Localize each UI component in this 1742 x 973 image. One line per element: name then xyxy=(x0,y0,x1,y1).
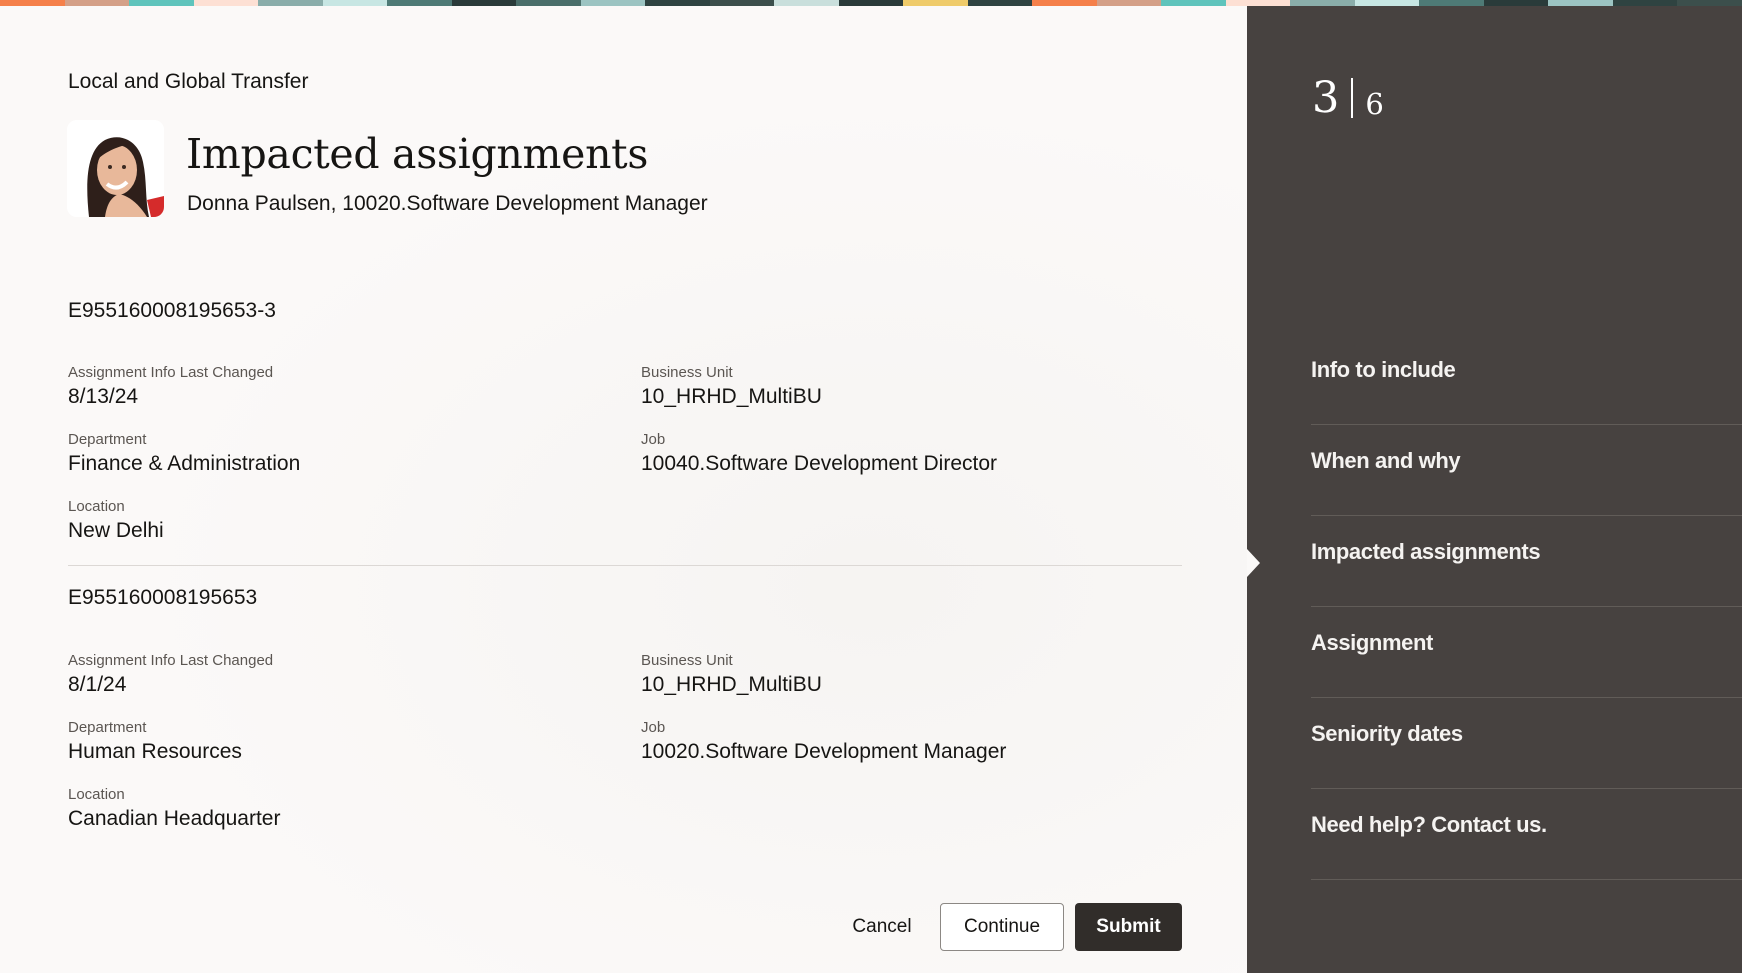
step-current: 3 xyxy=(1312,73,1340,123)
field-value: Canadian Headquarter xyxy=(68,807,281,830)
avatar xyxy=(67,120,164,217)
step-separator xyxy=(1351,78,1354,118)
field-business-unit: Business Unit 10_HRHD_MultiBU xyxy=(641,363,822,411)
nav-item-label: When and why xyxy=(1311,448,1461,473)
field-department: Department Human Resources xyxy=(68,718,242,766)
step-counter: 3 6 xyxy=(1312,74,1384,122)
field-value: Finance & Administration xyxy=(68,452,301,475)
field-value: 10_HRHD_MultiBU xyxy=(641,673,822,696)
person-photo-icon xyxy=(67,120,164,217)
field-label: Business Unit xyxy=(641,652,733,669)
field-label: Department xyxy=(68,719,147,736)
cancel-button[interactable]: Cancel xyxy=(836,903,928,951)
nav-item-label: Info to include xyxy=(1311,357,1456,382)
nav-item-label: Assignment xyxy=(1311,630,1433,655)
step-total: 6 xyxy=(1365,87,1384,121)
field-value: 10040.Software Development Director xyxy=(641,452,998,475)
field-business-unit: Business Unit 10_HRHD_MultiBU xyxy=(641,651,822,699)
nav-item-label: Need help? Contact us. xyxy=(1311,812,1547,837)
field-label: Location xyxy=(68,786,125,803)
nav-item-assignment[interactable]: Assignment xyxy=(1311,607,1742,698)
field-value: 8/13/24 xyxy=(68,385,139,408)
active-step-pointer-icon xyxy=(1247,549,1260,577)
field-label: Job xyxy=(641,719,666,736)
field-job: Job 10020.Software Development Manager xyxy=(641,718,1006,766)
field-label: Department xyxy=(68,431,147,448)
field-location: Location Canadian Headquarter xyxy=(68,785,280,833)
field-location: Location New Delhi xyxy=(68,497,164,545)
person-subtitle: Donna Paulsen, 10020.Software Developmen… xyxy=(187,192,708,215)
nav-item-impacted-assignments[interactable]: Impacted assignments xyxy=(1311,516,1742,607)
submit-button[interactable]: Submit xyxy=(1075,903,1182,951)
field-label: Business Unit xyxy=(641,364,733,381)
field-value: 8/1/24 xyxy=(68,673,127,696)
assignment-divider xyxy=(68,565,1182,566)
field-value: 10_HRHD_MultiBU xyxy=(641,385,822,408)
field-label: Assignment Info Last Changed xyxy=(68,652,274,669)
assignment-id: E955160008195653-3 xyxy=(68,299,276,322)
field-label: Location xyxy=(68,498,125,515)
field-value: Human Resources xyxy=(68,740,242,763)
step-nav: Info to include When and why Impacted as… xyxy=(1311,334,1742,880)
field-last-changed: Assignment Info Last Changed 8/13/24 xyxy=(68,363,273,411)
page-title: Impacted assignments xyxy=(186,130,649,178)
nav-item-info-to-include[interactable]: Info to include xyxy=(1311,334,1742,425)
section-title: Local and Global Transfer xyxy=(68,70,309,93)
field-last-changed: Assignment Info Last Changed 8/1/24 xyxy=(68,651,273,699)
field-label: Job xyxy=(641,431,666,448)
field-value: New Delhi xyxy=(68,519,164,542)
field-value: 10020.Software Development Manager xyxy=(641,740,1007,763)
nav-item-contact-us[interactable]: Need help? Contact us. xyxy=(1311,789,1742,880)
progress-sidebar: 3 6 Info to include When and why Impacte… xyxy=(1247,6,1742,973)
nav-item-seniority-dates[interactable]: Seniority dates xyxy=(1311,698,1742,789)
nav-item-label: Impacted assignments xyxy=(1311,539,1541,564)
nav-item-label: Seniority dates xyxy=(1311,721,1463,746)
assignment-id: E955160008195653 xyxy=(68,586,258,609)
continue-button[interactable]: Continue xyxy=(940,903,1064,951)
field-label: Assignment Info Last Changed xyxy=(68,364,274,381)
field-department: Department Finance & Administration xyxy=(68,430,300,478)
field-job: Job 10040.Software Development Director xyxy=(641,430,997,478)
nav-item-when-and-why[interactable]: When and why xyxy=(1311,425,1742,516)
